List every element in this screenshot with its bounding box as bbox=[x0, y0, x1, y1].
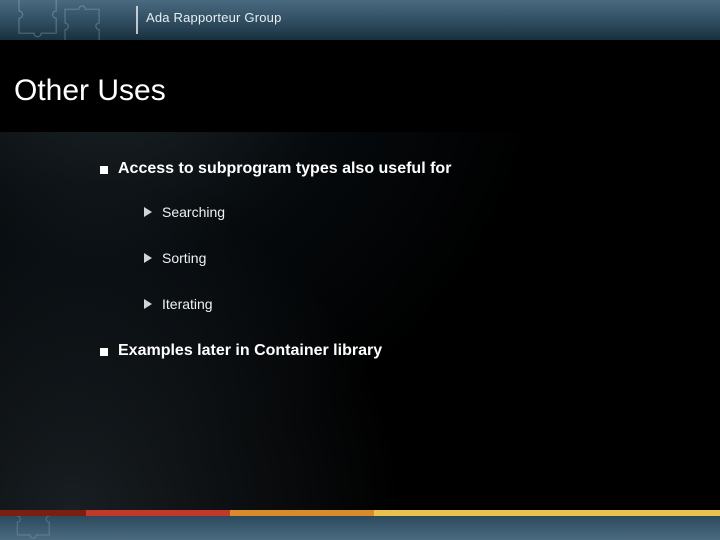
bullet-text: Sorting bbox=[162, 250, 206, 266]
slide-body: Access to subprogram types also useful f… bbox=[100, 160, 680, 386]
bullet-level2: Sorting bbox=[144, 250, 680, 266]
triangle-bullet-icon bbox=[144, 299, 152, 309]
bullet-level2: Iterating bbox=[144, 296, 680, 312]
bullet-text: Examples later in Container library bbox=[118, 342, 382, 360]
slide-title: Other Uses bbox=[14, 74, 702, 108]
puzzle-decoration-bottom bbox=[6, 516, 116, 540]
slide: Ada Rapporteur Group Other Uses Access t… bbox=[0, 0, 720, 540]
triangle-bullet-icon bbox=[144, 253, 152, 263]
bullet-text: Searching bbox=[162, 204, 225, 220]
puzzle-decoration-top bbox=[10, 0, 130, 40]
bullet-text: Iterating bbox=[162, 296, 213, 312]
header-strip: Ada Rapporteur Group bbox=[0, 0, 720, 40]
triangle-bullet-icon bbox=[144, 207, 152, 217]
bullet-level1: Examples later in Container library bbox=[100, 342, 680, 360]
header-group-label: Ada Rapporteur Group bbox=[146, 10, 282, 25]
sub-bullet-list: Searching Sorting Iterating bbox=[144, 204, 680, 312]
bullet-level2: Searching bbox=[144, 204, 680, 220]
footer-strip bbox=[0, 516, 720, 540]
square-bullet-icon bbox=[100, 348, 108, 356]
title-area: Other Uses bbox=[0, 40, 720, 132]
bullet-level1: Access to subprogram types also useful f… bbox=[100, 160, 680, 178]
square-bullet-icon bbox=[100, 166, 108, 174]
header-divider bbox=[136, 6, 138, 34]
bullet-text: Access to subprogram types also useful f… bbox=[118, 160, 451, 178]
footer bbox=[0, 510, 720, 540]
